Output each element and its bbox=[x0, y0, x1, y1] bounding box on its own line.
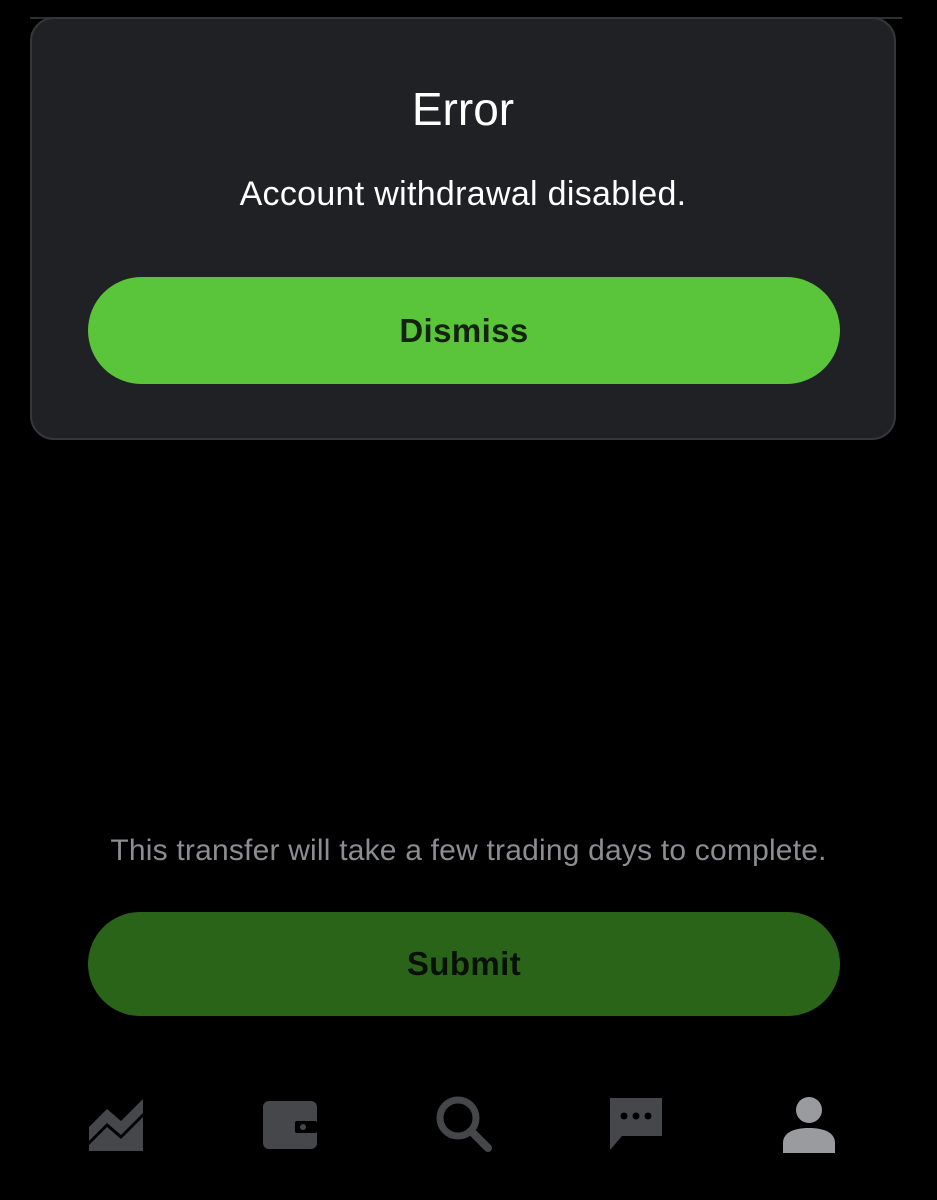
transfer-note: This transfer will take a few trading da… bbox=[110, 834, 827, 867]
account-icon bbox=[781, 1095, 837, 1153]
messages-icon bbox=[606, 1094, 666, 1154]
wallet-icon bbox=[261, 1095, 319, 1153]
tab-messages[interactable] bbox=[596, 1084, 676, 1164]
bottom-tab-bar bbox=[0, 1070, 937, 1200]
error-title: Error bbox=[411, 83, 515, 135]
error-message: Account withdrawal disabled. bbox=[239, 175, 687, 213]
tab-wallet[interactable] bbox=[250, 1084, 330, 1164]
dismiss-button[interactable]: Dismiss bbox=[88, 277, 840, 384]
error-dialog: Error Account withdrawal disabled. Dismi… bbox=[30, 17, 896, 440]
chart-icon bbox=[87, 1095, 145, 1153]
submit-button[interactable]: Submit bbox=[88, 912, 840, 1016]
search-icon bbox=[434, 1094, 494, 1154]
tab-search[interactable] bbox=[424, 1084, 504, 1164]
tab-account[interactable] bbox=[769, 1084, 849, 1164]
tab-chart[interactable] bbox=[76, 1084, 156, 1164]
